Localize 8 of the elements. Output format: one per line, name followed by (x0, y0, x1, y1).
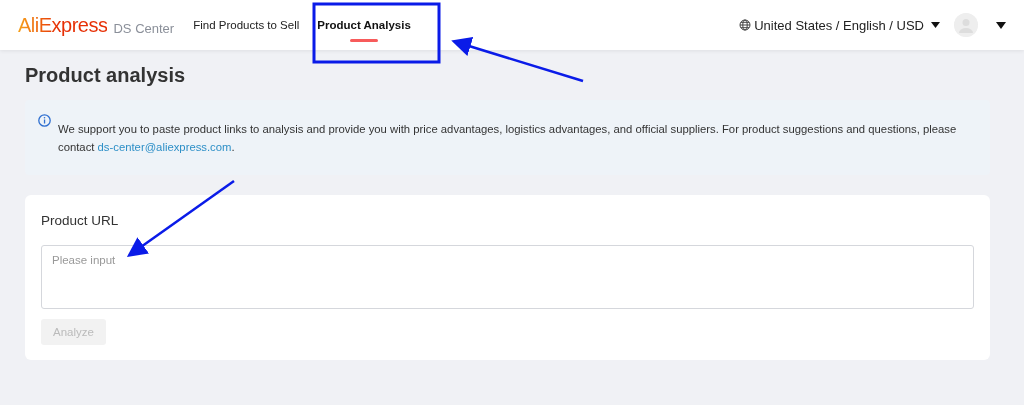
locale-selector[interactable]: United States / English / USD (754, 17, 924, 33)
nav-tab[interactable]: Find Products to Sell (184, 0, 309, 50)
logo-subtitle: DS Center (113, 20, 175, 36)
url-input-field[interactable]: Please input (41, 245, 974, 309)
info-text: We support you to paste product links to analysis and provide you with price advantages, logistics advantages, and official suppliers. For product suggestions and questions, please contact ds-center@aliexpress.com. (58, 122, 958, 155)
nav-tab[interactable]: Product Analysis (308, 0, 420, 50)
field-label: Product URL (41, 213, 120, 228)
page-title: Product analysis (25, 64, 187, 87)
